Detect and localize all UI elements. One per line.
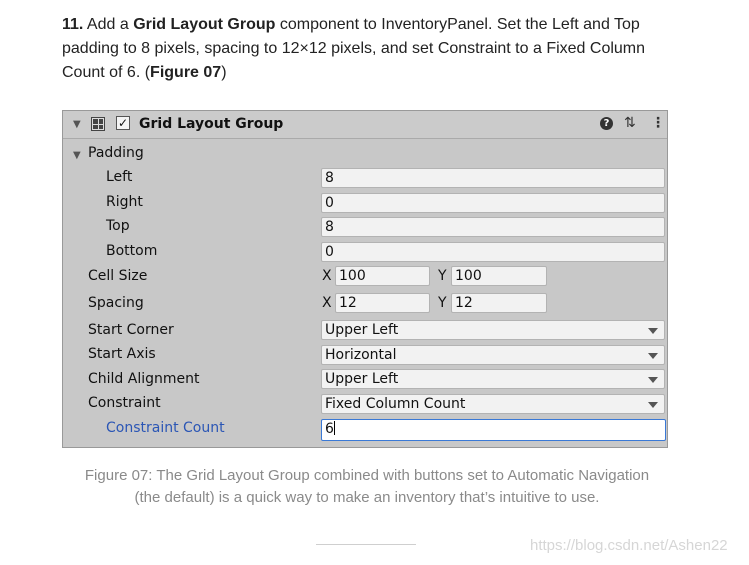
start-axis-label: Start Axis	[88, 346, 156, 362]
inspector-panel: ▼ ✓ Grid Layout Group ? ⇅ ⋮ ▼ Padding Le…	[62, 110, 668, 448]
padding-label[interactable]: Padding	[88, 145, 144, 161]
constraint-count-value: 6	[325, 421, 334, 437]
cell-size-x-field[interactable]: 100	[335, 266, 430, 286]
step-number: 11.	[62, 16, 84, 33]
padding-right-field[interactable]: 0	[321, 193, 665, 213]
padding-right-label: Right	[106, 194, 143, 210]
instruction-text: Add a	[83, 16, 134, 33]
component-title: Grid Layout Group	[139, 116, 284, 132]
child-alignment-dropdown[interactable]: Upper Left	[321, 369, 665, 389]
collapse-triangle-icon[interactable]: ▼	[73, 119, 81, 130]
padding-bottom-label: Bottom	[106, 243, 158, 259]
enabled-checkbox[interactable]: ✓	[116, 116, 130, 130]
constraint-dropdown[interactable]: Fixed Column Count	[321, 394, 665, 414]
spacing-y-label[interactable]: Y	[438, 295, 447, 311]
more-options-icon[interactable]: ⋮	[651, 115, 665, 131]
help-icon[interactable]: ?	[600, 117, 613, 130]
figure-caption: Figure 07: The Grid Layout Group combine…	[84, 467, 650, 506]
cell-size-y-label[interactable]: Y	[438, 268, 447, 284]
padding-foldout-icon[interactable]: ▼	[73, 150, 81, 161]
constraint-count-label: Constraint Count	[106, 420, 225, 436]
figure-ref: Figure 07	[150, 64, 222, 81]
start-corner-dropdown[interactable]: Upper Left	[321, 320, 665, 340]
cell-size-y-field[interactable]: 100	[451, 266, 547, 286]
padding-left-label: Left	[106, 169, 133, 185]
constraint-count-field[interactable]: 6	[321, 419, 666, 441]
spacing-x-label[interactable]: X	[322, 295, 332, 311]
cell-size-label: Cell Size	[88, 268, 148, 284]
spacing-label: Spacing	[88, 295, 144, 311]
component-header: ▼ ✓ Grid Layout Group ? ⇅ ⋮	[63, 111, 667, 139]
instruction-text: )	[221, 64, 227, 81]
preset-settings-icon[interactable]: ⇅	[624, 115, 636, 131]
child-alignment-label: Child Alignment	[88, 371, 200, 387]
padding-top-label: Top	[106, 218, 130, 234]
padding-top-field[interactable]: 8	[321, 217, 665, 237]
start-axis-dropdown[interactable]: Horizontal	[321, 345, 665, 365]
padding-left-field[interactable]: 8	[321, 168, 665, 188]
component-name-bold: Grid Layout Group	[133, 16, 276, 33]
grid-layout-icon	[91, 117, 105, 131]
start-corner-label: Start Corner	[88, 322, 174, 338]
cell-size-x-label[interactable]: X	[322, 268, 332, 284]
caption-divider	[316, 544, 416, 545]
spacing-y-field[interactable]: 12	[451, 293, 547, 313]
instruction-paragraph: 11. Add a Grid Layout Group component to…	[62, 13, 682, 85]
watermark: https://blog.csdn.net/Ashen22	[530, 537, 728, 554]
constraint-label: Constraint	[88, 395, 161, 411]
padding-bottom-field[interactable]: 0	[321, 242, 665, 262]
spacing-x-field[interactable]: 12	[335, 293, 430, 313]
text-caret	[333, 421, 335, 435]
